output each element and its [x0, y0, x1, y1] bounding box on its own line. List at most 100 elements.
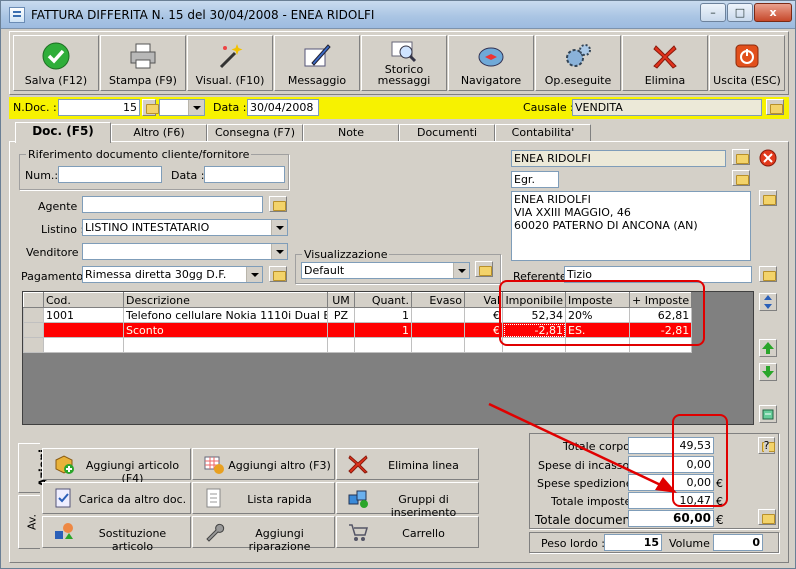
- print-button[interactable]: Stampa (F9): [100, 35, 186, 91]
- pagamento-folder-button[interactable]: [269, 266, 287, 282]
- visualizzazione-select[interactable]: Default: [301, 262, 470, 279]
- date-field[interactable]: 30/04/2008: [247, 99, 319, 116]
- grid-header-cell[interactable]: Cod.: [43, 292, 124, 308]
- navigator-button[interactable]: Navigatore: [448, 35, 534, 91]
- visualizzazione-folder-button[interactable]: [475, 261, 493, 277]
- date-label: Data :: [213, 101, 247, 114]
- delete-line-button[interactable]: Elimina linea: [336, 448, 479, 480]
- cell-um[interactable]: [327, 322, 355, 338]
- maximize-button[interactable]: □: [727, 3, 753, 22]
- cell-val[interactable]: €: [464, 322, 503, 338]
- customer-address-box[interactable]: ENEA RIDOLFI VIA XXIII MAGGIO, 46 60020 …: [511, 191, 751, 261]
- tab-contabilita[interactable]: Contabilita': [495, 124, 591, 142]
- add-article-button[interactable]: Aggiungi articolo (F4): [42, 448, 191, 485]
- cell-empty[interactable]: [327, 337, 355, 353]
- row-down-button[interactable]: [759, 363, 777, 381]
- tab-consegna[interactable]: Consegna (F7): [207, 124, 303, 142]
- cell-descrizione[interactable]: Sconto: [123, 322, 328, 338]
- customer-title-field[interactable]: Egr.: [511, 171, 559, 188]
- cell-val[interactable]: €: [464, 307, 503, 323]
- tab-doc[interactable]: Doc. (F5): [15, 122, 111, 143]
- cell-empty[interactable]: [43, 337, 124, 353]
- gears-icon: [566, 44, 591, 67]
- title-bar: FATTURA DIFFERITA N. 15 del 30/04/2008 -…: [1, 1, 795, 29]
- venditore-label: Venditore :: [26, 246, 86, 259]
- help-button[interactable]: ?: [758, 437, 775, 454]
- arrow-down-icon: [762, 366, 774, 378]
- ndoc-spin-button[interactable]: [142, 99, 159, 116]
- tab-note[interactable]: Note: [303, 124, 399, 142]
- causale-field[interactable]: VENDITA: [572, 99, 762, 116]
- add-other-button[interactable]: Aggiungi altro (F3): [192, 448, 335, 480]
- cell-quant[interactable]: 1: [354, 322, 412, 338]
- address-folder-button[interactable]: [759, 190, 777, 206]
- referente-folder-button[interactable]: [759, 266, 777, 282]
- minimize-button[interactable]: –: [700, 3, 726, 22]
- ref-num-field[interactable]: [58, 166, 162, 183]
- ndoc-field[interactable]: 15: [58, 99, 140, 116]
- preview-button[interactable]: Visual. (F10): [187, 35, 273, 91]
- contact-person-button[interactable]: [732, 170, 750, 186]
- row-up-button[interactable]: [759, 339, 777, 357]
- grid-header-cell[interactable]: Quant.: [354, 292, 412, 308]
- cell-descrizione[interactable]: Telefono cellulare Nokia 1110i Dual Ba..…: [123, 307, 328, 323]
- grid-header-cell[interactable]: Descrizione: [123, 292, 328, 308]
- add-repair-button[interactable]: Aggiungi riparazione: [192, 516, 335, 553]
- cell-cod[interactable]: [43, 322, 124, 338]
- tab-documenti[interactable]: Documenti: [399, 124, 495, 142]
- tab-altro[interactable]: Altro (F6): [111, 124, 207, 142]
- printer-icon: [130, 43, 156, 69]
- ndoc-series-select[interactable]: [159, 99, 205, 116]
- agente-label: Agente :: [38, 200, 85, 213]
- replace-article-button[interactable]: Sostituzione articolo: [42, 516, 191, 553]
- quick-list-button[interactable]: Lista rapida: [192, 482, 335, 514]
- message-button[interactable]: Messaggio: [274, 35, 360, 91]
- cell-empty[interactable]: [123, 337, 328, 353]
- cell-evaso[interactable]: [411, 322, 465, 338]
- insert-groups-button[interactable]: Gruppi di inserimento: [336, 482, 479, 519]
- cart-label: Carrello: [402, 527, 445, 540]
- agente-folder-button[interactable]: [269, 196, 287, 212]
- agente-field[interactable]: [82, 196, 263, 213]
- customer-name-field[interactable]: ENEA RIDOLFI: [511, 150, 726, 167]
- delete-button[interactable]: Elimina: [622, 35, 708, 91]
- tab-avanzate[interactable]: Av.: [18, 495, 40, 549]
- grid-header-cell[interactable]: Val: [464, 292, 503, 308]
- cell-um[interactable]: PZ: [327, 307, 355, 323]
- causale-folder-button[interactable]: [766, 99, 784, 115]
- customer-folder-button[interactable]: [732, 149, 750, 165]
- zoom-totals-button[interactable]: [758, 509, 776, 525]
- invoice-window: FATTURA DIFFERITA N. 15 del 30/04/2008 -…: [0, 0, 796, 569]
- exit-button[interactable]: Uscita (ESC): [709, 35, 785, 91]
- move-row-button[interactable]: [759, 293, 777, 311]
- cell-evaso[interactable]: [411, 307, 465, 323]
- close-button[interactable]: x: [754, 3, 792, 22]
- history-label: Storico messaggi: [377, 63, 431, 87]
- cell-empty[interactable]: [411, 337, 465, 353]
- pagamento-select[interactable]: Rimessa diretta 30gg D.F.: [82, 266, 263, 283]
- refresh-button[interactable]: [759, 405, 777, 423]
- cell-empty[interactable]: [464, 337, 503, 353]
- grid-header-cell[interactable]: Evaso: [411, 292, 465, 308]
- operations-button[interactable]: Op.eseguite: [535, 35, 621, 91]
- history-button[interactable]: Storico messaggi: [361, 35, 447, 91]
- chevron-down-icon: [188, 100, 204, 115]
- save-label: Salva (F12): [24, 74, 88, 87]
- listino-select[interactable]: LISTINO INTESTATARIO: [82, 219, 288, 236]
- save-button[interactable]: Salva (F12): [13, 35, 99, 91]
- shapes-icon: [55, 523, 73, 539]
- clear-customer-icon[interactable]: [759, 149, 777, 167]
- updown-arrows-icon: [764, 295, 772, 309]
- venditore-select[interactable]: [82, 243, 288, 260]
- cell-empty[interactable]: [354, 337, 412, 353]
- tab-azioni[interactable]: Azioni: [18, 443, 49, 493]
- cell-cod[interactable]: 1001: [43, 307, 124, 323]
- chevron-down-icon: [246, 267, 262, 282]
- ref-date-label: Data :: [171, 169, 205, 182]
- cell-quant[interactable]: 1: [354, 307, 412, 323]
- ref-date-field[interactable]: [204, 166, 285, 183]
- cart-button[interactable]: Carrello: [336, 516, 479, 548]
- grid-header-cell[interactable]: UM: [327, 292, 355, 308]
- red-x-icon: [348, 455, 368, 474]
- load-from-doc-button[interactable]: Carica da altro doc.: [42, 482, 191, 514]
